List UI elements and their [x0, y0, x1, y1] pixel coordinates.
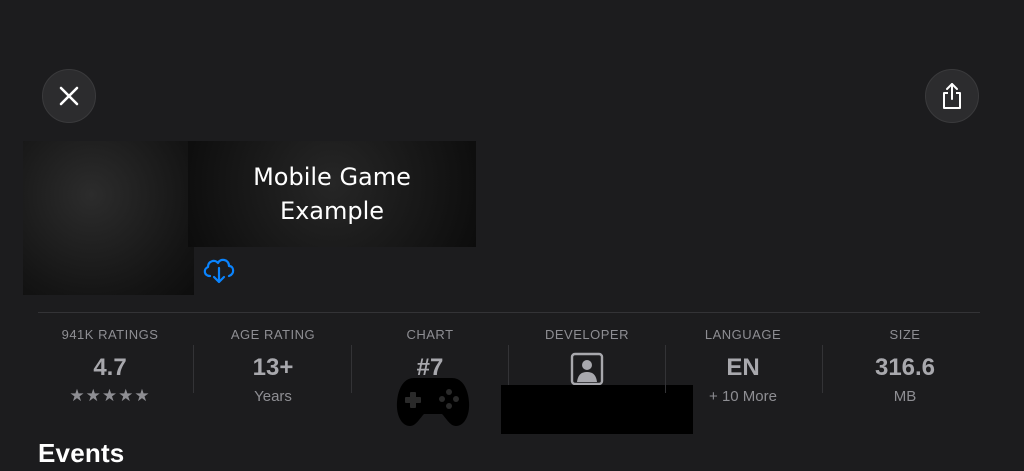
person-icon — [570, 352, 604, 386]
size-sub: MB — [893, 388, 917, 405]
info-divider — [38, 312, 980, 313]
cloud-download-icon — [203, 258, 235, 284]
app-detail-sheet: Mobile Game Example 941K RATINGS 4.7 ★★★… — [0, 0, 1024, 471]
size-value: 316.6 — [874, 354, 936, 381]
share-button[interactable] — [925, 69, 979, 123]
ratings-label: 941K RATINGS — [61, 327, 159, 342]
close-button[interactable] — [42, 69, 96, 123]
stat-age-rating[interactable]: AGE RATING 13+ Years — [194, 326, 352, 406]
rating-stars: ★★★★★ — [69, 386, 151, 405]
events-section-title: Events — [38, 438, 125, 468]
chart-label: CHART — [406, 327, 454, 342]
app-title: Mobile Game Example — [253, 163, 411, 225]
app-artwork-left — [23, 141, 194, 295]
download-button[interactable] — [200, 254, 238, 286]
language-label: LANGUAGE — [704, 327, 782, 342]
game-controller-icon — [396, 378, 470, 426]
stat-chart[interactable]: CHART #7 — [351, 326, 509, 376]
developer-label: DEVELOPER — [545, 327, 629, 342]
language-value: EN — [726, 354, 760, 381]
app-artwork-title-card: Mobile Game Example — [188, 141, 476, 247]
language-sub: + 10 More — [709, 388, 777, 405]
share-icon — [943, 83, 961, 109]
stat-separator — [822, 345, 823, 393]
size-label: SIZE — [889, 327, 921, 342]
ratings-value: 4.7 — [93, 354, 127, 381]
age-label: AGE RATING — [230, 327, 316, 342]
stat-developer[interactable]: DEVELOPER — [508, 326, 666, 391]
age-value: 13+ — [252, 354, 294, 381]
close-icon — [59, 86, 79, 106]
stat-ratings[interactable]: 941K RATINGS 4.7 ★★★★★ — [31, 326, 189, 406]
age-sub: Years — [254, 388, 292, 405]
stat-language[interactable]: LANGUAGE EN + 10 More — [664, 326, 822, 406]
stat-size[interactable]: SIZE 316.6 MB — [826, 326, 984, 406]
